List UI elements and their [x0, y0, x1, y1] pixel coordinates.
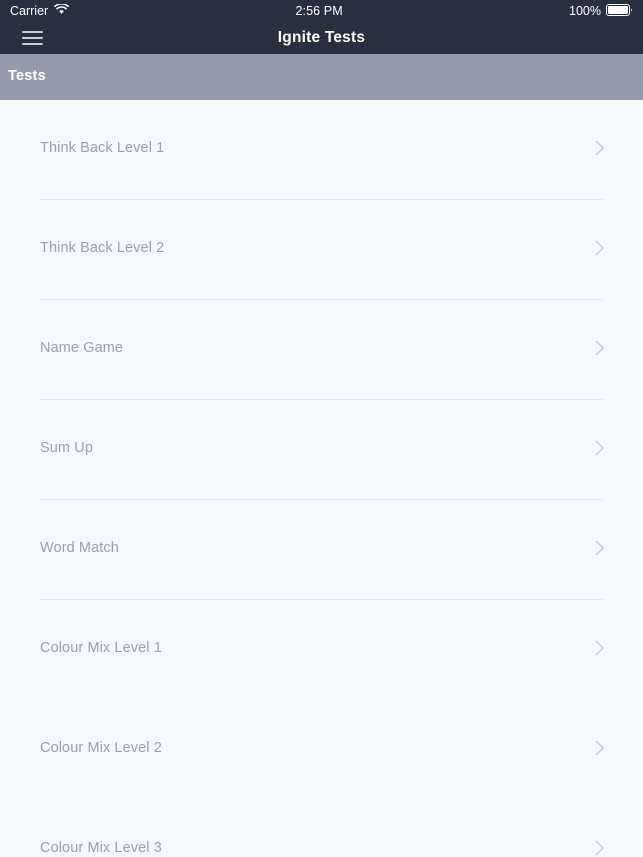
list-item-label: Think Back Level 1: [40, 140, 165, 156]
app-screen: Carrier 2:56 PM 100% Ignite Tests Tests …: [0, 0, 643, 857]
chevron-right-icon: [595, 140, 605, 156]
chevron-right-icon: [595, 540, 605, 556]
hamburger-menu-icon: [21, 31, 43, 45]
list-item[interactable]: Think Back Level 1: [0, 100, 643, 200]
status-bar-left: Carrier: [10, 3, 70, 18]
tests-list[interactable]: Think Back Level 1 Think Back Level 2 Na…: [0, 100, 643, 857]
chevron-right-icon: [595, 840, 605, 856]
list-item-label: Name Game: [40, 340, 124, 356]
list-item[interactable]: Word Match: [0, 500, 643, 600]
list-item[interactable]: Colour Mix Level 1: [0, 600, 643, 700]
status-bar-right: 100%: [569, 3, 633, 19]
chevron-right-icon: [595, 440, 605, 456]
list-item-label: Colour Mix Level 2: [40, 740, 162, 756]
battery-percent-label: 100%: [569, 4, 601, 18]
section-header: Tests: [0, 54, 643, 100]
list-item-label: Word Match: [40, 540, 119, 556]
chevron-right-icon: [595, 340, 605, 356]
navigation-bar: Ignite Tests: [0, 22, 643, 54]
list-item[interactable]: Name Game: [0, 300, 643, 400]
status-bar-clock: 2:56 PM: [295, 4, 343, 18]
battery-full-icon: [606, 3, 633, 19]
status-bar: Carrier 2:56 PM 100%: [0, 0, 643, 22]
list-item-label: Colour Mix Level 3: [40, 840, 162, 856]
list-item-label: Colour Mix Level 1: [40, 640, 162, 656]
list-item[interactable]: Sum Up: [0, 400, 643, 500]
list-item-label: Think Back Level 2: [40, 240, 165, 256]
carrier-label: Carrier: [10, 4, 49, 18]
list-item[interactable]: Colour Mix Level 2: [0, 700, 643, 800]
page-title: Ignite Tests: [277, 29, 366, 46]
chevron-right-icon: [595, 740, 605, 756]
chevron-right-icon: [595, 240, 605, 256]
chevron-right-icon: [595, 640, 605, 656]
section-header-label: Tests: [8, 68, 46, 84]
list-item[interactable]: Colour Mix Level 3: [0, 800, 643, 857]
hamburger-menu-button[interactable]: [10, 22, 54, 54]
list-item[interactable]: Think Back Level 2: [0, 200, 643, 300]
list-item-label: Sum Up: [40, 440, 93, 456]
wifi-icon: [54, 3, 70, 18]
